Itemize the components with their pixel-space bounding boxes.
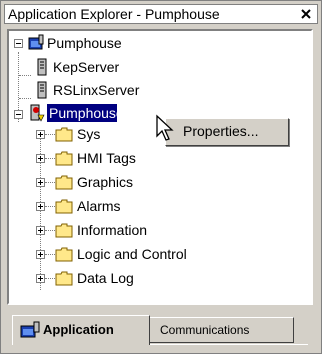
tree-connector [19, 75, 31, 76]
expand-toggle[interactable] [36, 202, 45, 211]
tree-node-information[interactable]: Information [77, 221, 147, 239]
tab-strip: Communications Application [7, 307, 313, 347]
application-icon [28, 34, 44, 50]
folder-icon [55, 271, 73, 286]
tab-label: Communications [160, 323, 250, 337]
window-title: Application Explorer - Pumphouse [8, 6, 220, 22]
context-menu: Properties... [165, 118, 289, 146]
expand-toggle[interactable] [36, 226, 45, 235]
mouse-cursor-icon [156, 114, 174, 141]
folder-icon [55, 199, 73, 214]
collapse-project-toggle[interactable] [14, 110, 23, 119]
tab-communications[interactable]: Communications [150, 317, 294, 343]
folder-icon [55, 175, 73, 190]
close-icon[interactable] [299, 7, 313, 21]
expand-toggle[interactable] [36, 274, 45, 283]
tab-label: Application [43, 322, 114, 337]
tab-application[interactable]: Application [12, 315, 150, 345]
hmi-project-icon [30, 104, 45, 122]
folder-icon [55, 223, 73, 238]
tree-node-sys[interactable]: Sys [77, 125, 100, 143]
folder-icon [55, 127, 73, 142]
tree-connector [45, 134, 55, 135]
expand-toggle[interactable] [36, 250, 45, 259]
menu-item-properties[interactable]: Properties... [183, 123, 258, 139]
folder-icon [55, 247, 73, 262]
tree-connector [45, 158, 55, 159]
tree-node-data-log[interactable]: Data Log [77, 269, 134, 287]
tree-node-logic-and-control[interactable]: Logic and Control [77, 245, 187, 263]
expand-toggle[interactable] [36, 178, 45, 187]
tree-view[interactable]: Pumphouse KepServer RSLinxServer Pumphou… [7, 29, 313, 305]
tree-connector [45, 206, 55, 207]
tree-connector [45, 182, 55, 183]
tree-connector [45, 230, 55, 231]
tree-connector [45, 278, 55, 279]
tree-connector [45, 254, 55, 255]
application-explorer-window: Application Explorer - Pumphouse Pumphou… [0, 0, 322, 354]
tree-node-kepserver[interactable]: KepServer [53, 58, 119, 76]
tree-node-project[interactable]: Pumphouse [47, 104, 117, 122]
tree-connector [19, 98, 31, 99]
expand-toggle[interactable] [36, 130, 45, 139]
title-bar[interactable]: Application Explorer - Pumphouse [4, 4, 318, 24]
folder-icon [55, 151, 73, 166]
tree-node-alarms[interactable]: Alarms [77, 197, 121, 215]
tree-node-root[interactable]: Pumphouse [47, 34, 122, 52]
expand-toggle[interactable] [36, 154, 45, 163]
server-icon [37, 58, 47, 76]
tree-node-graphics[interactable]: Graphics [77, 173, 133, 191]
application-icon [20, 321, 40, 338]
tree-node-rslinxserver[interactable]: RSLinxServer [53, 81, 139, 99]
tree-node-hmi-tags[interactable]: HMI Tags [77, 149, 136, 167]
server-icon [37, 81, 47, 99]
collapse-root-toggle[interactable] [14, 39, 23, 48]
